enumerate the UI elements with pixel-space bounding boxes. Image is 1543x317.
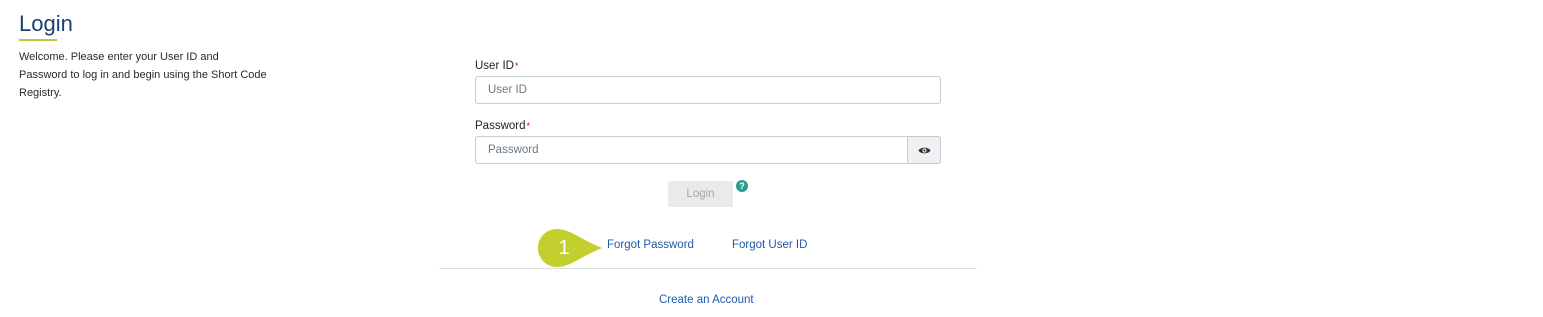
welcome-text: Welcome. Please enter your User ID and P… (19, 51, 267, 99)
divider (439, 268, 977, 269)
field-spacer (475, 104, 941, 118)
create-account-link[interactable]: Create an Account (659, 294, 754, 306)
intro-panel: Login Welcome. Please enter your User ID… (19, 10, 269, 102)
password-row (475, 136, 941, 164)
login-form: User ID* Password* (475, 58, 941, 164)
page-title: Login (19, 11, 73, 36)
user-id-input[interactable] (475, 76, 941, 104)
forgot-password-link[interactable]: Forgot Password (607, 239, 694, 251)
show-password-button[interactable] (908, 136, 941, 164)
eye-icon (918, 147, 930, 153)
step-callout-number: 1 (558, 237, 570, 259)
required-mark: * (514, 61, 519, 71)
required-mark: * (526, 121, 531, 131)
password-label: Password* (475, 118, 941, 134)
forgot-user-id-link[interactable]: Forgot User ID (732, 239, 807, 251)
login-button[interactable]: Login (668, 181, 733, 207)
title-underline (19, 39, 57, 41)
user-id-label-text: User ID (475, 60, 514, 72)
password-input[interactable] (475, 136, 908, 164)
user-id-label: User ID* (475, 58, 941, 74)
question-icon[interactable]: ? (736, 180, 748, 192)
password-label-text: Password (475, 120, 526, 132)
